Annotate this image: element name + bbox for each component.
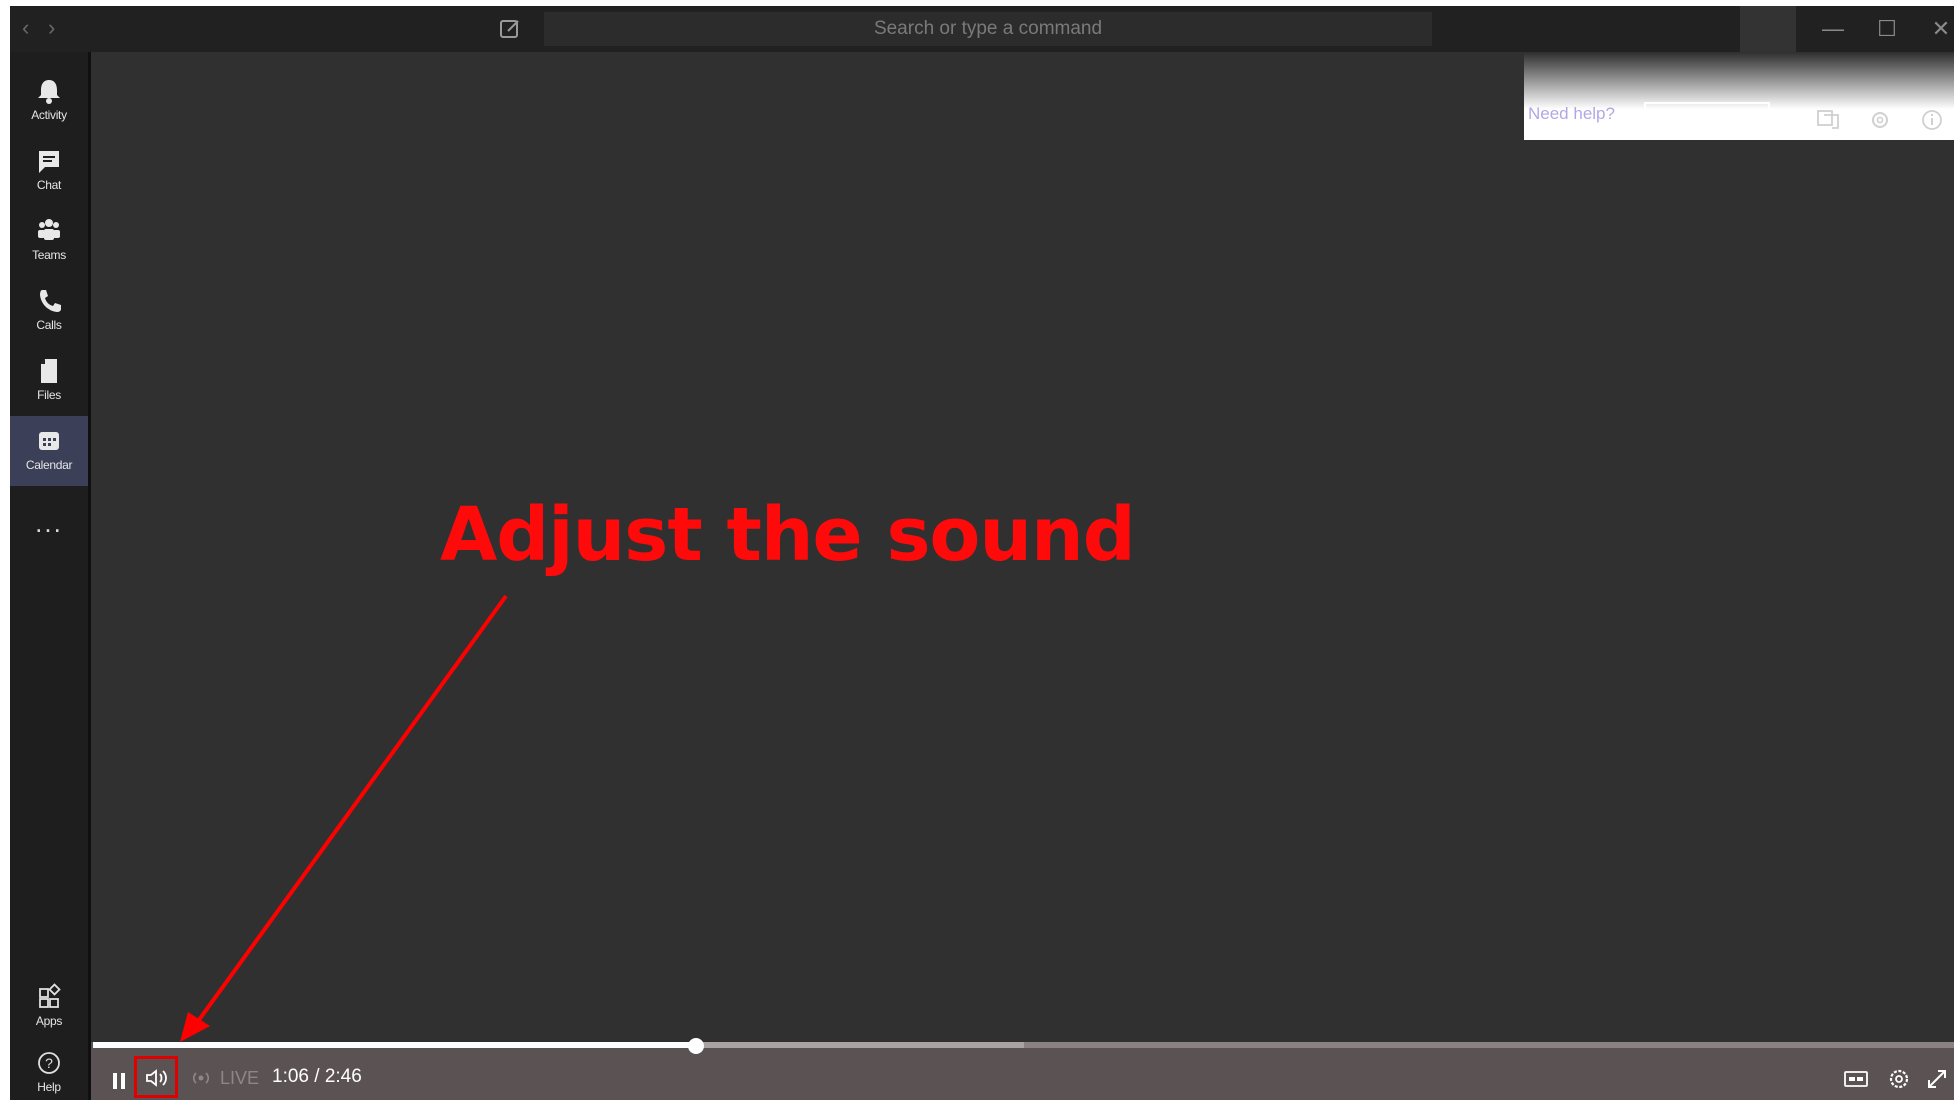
chat-toggle-icon[interactable] [1814,106,1842,134]
rail-item-label: Calendar [25,458,73,472]
seek-progress [93,1042,696,1048]
bell-icon [38,80,60,104]
annotation-label: Adjust the sound [440,492,1136,578]
teams-icon [38,219,60,240]
rail-item-label: Help [37,1080,61,1094]
seek-thumb[interactable] [687,1038,704,1054]
gear-icon[interactable] [1886,1066,1912,1092]
volume-highlight-box [134,1056,178,1098]
rail-item-help[interactable]: ? Help [10,1038,88,1100]
phone-icon [40,290,61,312]
rail-item-activity[interactable]: Activity [10,66,88,136]
profile-avatar[interactable] [1740,6,1796,52]
search-input[interactable]: Search or type a command [544,12,1432,46]
rail-item-apps[interactable]: Apps [10,972,88,1042]
rail-item-label: Activity [31,108,67,122]
teams-window: ‹ › Search or type a command — ☐ ✕ Activ… [10,6,1954,1100]
pause-icon[interactable] [112,1071,128,1091]
rail-item-label: Apps [35,1014,63,1028]
rail-item-chat[interactable]: Chat [10,136,88,206]
svg-text:?: ? [45,1055,53,1071]
file-icon [41,359,57,383]
maximize-button[interactable]: ☐ [1860,6,1914,52]
minimize-button[interactable]: — [1806,6,1860,52]
rail-item-files[interactable]: Files [10,346,88,416]
live-icon [192,1072,210,1084]
rail-item-calendar[interactable]: Calendar [10,416,88,486]
rail-item-label: Chat [36,178,62,192]
more-apps-button[interactable]: ... [10,508,88,539]
help-icon: ? [38,1052,60,1074]
rail-item-label: Files [37,388,61,402]
rail-divider [88,52,91,1100]
need-help-link[interactable]: Need help? [1528,104,1615,124]
close-button[interactable]: ✕ [1914,6,1954,52]
fullscreen-icon[interactable] [1924,1066,1950,1092]
back-button[interactable]: ‹ [22,14,29,42]
leave-button[interactable]: Leave [1644,102,1770,138]
chat-icon [39,151,59,173]
live-label[interactable]: LIVE [220,1068,259,1089]
time-display: 1:06 / 2:46 [272,1066,362,1087]
forward-button[interactable]: › [48,14,55,42]
compose-icon[interactable] [498,17,522,41]
rail-item-label: Calls [36,318,62,332]
info-icon[interactable] [1918,106,1946,134]
app-rail: Activity Chat Teams Calls Files Calendar… [10,52,88,1100]
apps-icon [39,983,61,1008]
captions-icon[interactable] [1842,1068,1870,1090]
rail-item-calls[interactable]: Calls [10,276,88,346]
calendar-icon [39,432,59,450]
title-bar: ‹ › Search or type a command — ☐ ✕ [10,6,1954,52]
rail-item-teams[interactable]: Teams [10,206,88,276]
player-controls [91,1042,1954,1100]
rail-item-label: Teams [32,248,66,262]
gear-icon[interactable] [1866,106,1894,134]
meeting-controls: Need help? Leave [1524,52,1954,140]
